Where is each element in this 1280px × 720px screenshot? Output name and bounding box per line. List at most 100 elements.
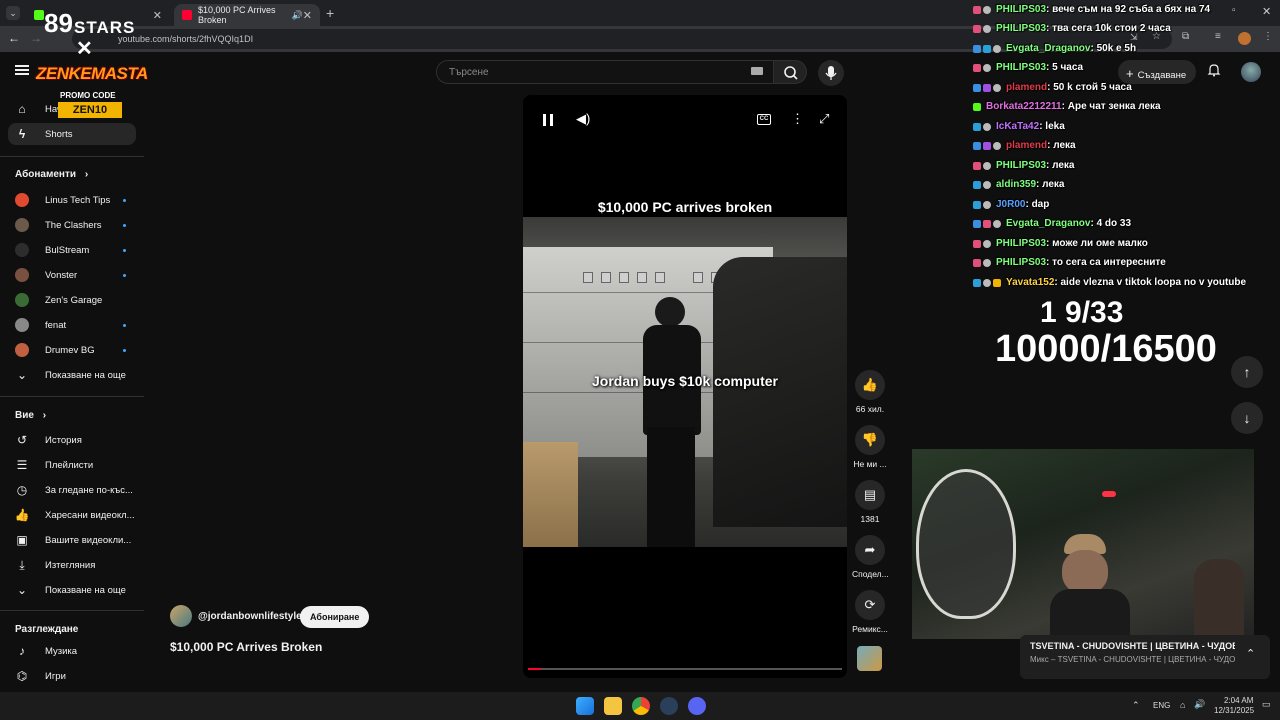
media-control-icon[interactable]: ≡	[1215, 31, 1221, 42]
extensions-icon[interactable]: ⧉	[1182, 31, 1189, 42]
clock-time[interactable]: 2:04 AM	[1224, 696, 1253, 705]
badge-icon	[993, 141, 1001, 150]
new-content-dot	[123, 348, 126, 352]
goal-counter-small: 1 9/33	[1040, 296, 1124, 329]
chat-message: plamend: 50 k стой 5 часа	[973, 79, 1132, 96]
badge-icon	[973, 161, 981, 170]
you-heading[interactable]: Вие ›	[15, 410, 46, 421]
captions-icon[interactable]: CC	[757, 114, 771, 125]
sidebar-item-your-videos[interactable]: ▣ Вашите видеокли...	[8, 529, 136, 551]
speaker-icon[interactable]: 🔊	[292, 10, 303, 21]
sidebar-item-label: Музика	[45, 645, 78, 657]
chat-username: J0R00	[996, 199, 1026, 210]
sidebar-show-more-you[interactable]: ⌄ Показване на още	[8, 579, 136, 601]
chat-username: PHILIPS03	[996, 257, 1047, 268]
hamburger-menu-icon[interactable]	[15, 65, 29, 75]
file-explorer-icon[interactable]	[604, 697, 622, 715]
user-avatar[interactable]	[1241, 62, 1261, 82]
chevron-up-icon[interactable]: ⌃	[1246, 647, 1255, 660]
new-content-dot	[123, 248, 126, 252]
chat-username: PHILIPS03	[996, 62, 1047, 73]
close-x-icon: ✕	[76, 38, 93, 60]
shorts-player[interactable]: ◀) CC ⋮ ⤢ $10,000 PC arrives broken Jord…	[523, 95, 847, 678]
tray-chevron-icon[interactable]: ⌃	[1132, 700, 1140, 711]
new-tab-button[interactable]: +	[326, 5, 334, 21]
channel-handle[interactable]: @jordanbownlifestyle	[198, 611, 302, 622]
more-options-icon[interactable]: ⋮	[791, 111, 804, 127]
sidebar-item-subscription[interactable]: Vonster	[8, 264, 136, 286]
tab-active[interactable]: $10,000 PC Arrives Broken 🔊 ✕	[174, 4, 320, 26]
sidebar-item-liked[interactable]: 👍 Харесани видеокл...	[8, 504, 136, 526]
chat-text: : лека	[1036, 179, 1065, 190]
discord-icon[interactable]	[688, 697, 706, 715]
sidebar-item-watch-later[interactable]: ◷ За гледане по-къс...	[8, 479, 136, 501]
remix-button[interactable]: ⟳ Ремикс...	[852, 590, 888, 634]
subscriptions-heading[interactable]: Абонаменти ›	[15, 169, 88, 180]
badge-icon	[983, 161, 991, 170]
sidebar-item-shorts[interactable]: ϟ Shorts	[8, 123, 136, 145]
share-button[interactable]: ➦ Сподел...	[852, 535, 889, 579]
pause-icon[interactable]	[543, 114, 553, 126]
chrome-icon[interactable]	[632, 697, 650, 715]
browser-menu-icon[interactable]: ⋮	[1263, 31, 1273, 42]
sidebar-item-subscription[interactable]: Linus Tech Tips	[8, 189, 136, 211]
tab-close-icon[interactable]: ✕	[303, 9, 312, 22]
like-button[interactable]: 👍 66 хил.	[852, 370, 888, 414]
sidebar-item-label: Плейлисти	[45, 459, 94, 471]
microphone-icon	[825, 66, 837, 80]
sidebar-item-subscription[interactable]: The Clashers	[8, 214, 136, 236]
language-indicator[interactable]: ENG	[1153, 701, 1170, 710]
sidebar-item-label: fenat	[45, 319, 67, 331]
search-input[interactable]: Търсене	[436, 60, 774, 84]
fullscreen-icon[interactable]: ⤢	[819, 111, 829, 127]
previous-short-button[interactable]: ↑	[1231, 356, 1263, 388]
steam-icon[interactable]	[660, 697, 678, 715]
sidebar-item-downloads[interactable]: ⤓ Изтегляния	[8, 554, 136, 576]
chat-message: plamend: лека	[973, 137, 1076, 154]
clock-date[interactable]: 12/31/2025	[1214, 706, 1254, 715]
youtube-favicon-icon	[182, 10, 192, 20]
sidebar-item-subscription[interactable]: fenat	[8, 314, 136, 336]
now-playing-widget[interactable]: TSVETINA - CHUDOVISHTE | ЦВЕТИНА - ЧУДОВ…	[1020, 635, 1270, 679]
sidebar-divider	[0, 156, 144, 157]
notifications-bell-icon[interactable]	[1207, 63, 1221, 77]
chat-message: PHILIPS03: вече съм на 92 съба а бях на …	[973, 1, 1210, 18]
sidebar-item-subscription[interactable]: BulStream	[8, 239, 136, 261]
comments-button[interactable]: ▤ 1381	[852, 480, 888, 524]
music-icon: ♪	[19, 644, 25, 658]
chat-username: PHILIPS03	[996, 4, 1047, 15]
voice-search-button[interactable]	[818, 60, 844, 86]
search-button[interactable]	[773, 60, 807, 84]
sidebar-item-subscription[interactable]: Zen's Garage	[8, 289, 136, 311]
volume-tray-icon[interactable]: 🔊	[1194, 699, 1205, 710]
short-title[interactable]: $10,000 PC Arrives Broken	[170, 640, 322, 654]
video-progress-bar[interactable]	[528, 668, 842, 670]
sidebar-divider	[0, 610, 144, 611]
subscribe-button[interactable]: Абониране	[300, 606, 370, 628]
wooden-crate	[523, 442, 578, 547]
notification-icon[interactable]: ▭	[1262, 699, 1271, 710]
channel-avatar[interactable]	[170, 605, 192, 627]
sidebar-divider	[0, 396, 144, 397]
sidebar-item-playlists[interactable]: ☰ Плейлисти	[8, 454, 136, 476]
sound-thumbnail[interactable]	[857, 646, 882, 671]
thumbs-down-icon: 👎	[855, 425, 885, 455]
back-button[interactable]: ←	[8, 31, 20, 45]
sidebar-show-more-subs[interactable]: ⌄ Показване на още	[8, 364, 136, 386]
windows-start-icon[interactable]	[576, 697, 594, 715]
dislike-button[interactable]: 👎 Не ми ...	[852, 425, 888, 469]
volume-icon[interactable]: ◀)	[576, 111, 590, 127]
chat-message: IcKaTa42: leka	[973, 118, 1065, 135]
network-icon[interactable]: ⌂	[1180, 700, 1185, 710]
profile-avatar[interactable]	[1238, 32, 1251, 45]
sidebar-item-music[interactable]: ♪ Музика	[8, 640, 136, 662]
sidebar-item-games[interactable]: ⌬ Игри	[8, 665, 136, 687]
tab-close-icon[interactable]: ✕	[153, 9, 162, 22]
keyboard-icon[interactable]	[751, 67, 763, 75]
minimize-window-icon[interactable]: ▫	[1232, 5, 1236, 16]
tab-list-button[interactable]: ⌄	[6, 6, 20, 20]
sidebar-item-subscription[interactable]: Drumev BG	[8, 339, 136, 361]
sidebar-item-history[interactable]: ↺ История	[8, 429, 136, 451]
next-short-button[interactable]: ↓	[1231, 402, 1263, 434]
close-window-icon[interactable]: ✕	[1262, 5, 1271, 18]
